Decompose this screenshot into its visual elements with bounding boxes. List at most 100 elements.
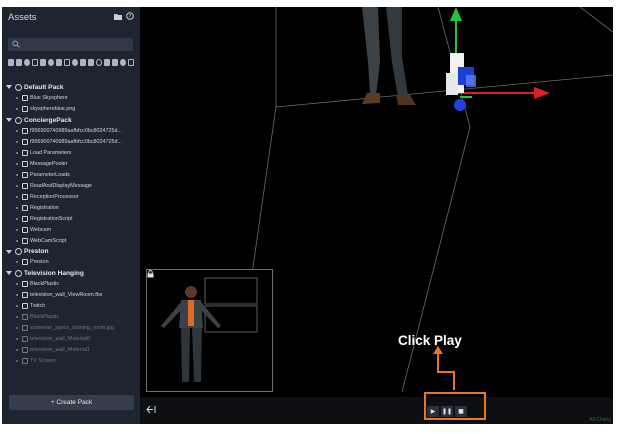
help-icon[interactable]: ?: [126, 12, 134, 20]
create-pack-button[interactable]: + Create Pack: [9, 395, 134, 410]
tree-label: Television Hanging: [24, 269, 84, 277]
asset-type-icon: [22, 281, 28, 288]
filter-entity-icon[interactable]: [32, 59, 38, 66]
asset-item-row[interactable]: sumerian_specs_training_room.jpg: [2, 323, 140, 334]
asset-pack-row[interactable]: Preston: [2, 246, 140, 257]
asset-item-row[interactable]: television_wall_ViewRoom.fbx: [2, 290, 140, 301]
asset-pack-row[interactable]: ConciergePack: [2, 115, 140, 126]
filter-timeline-icon[interactable]: [120, 59, 126, 66]
asset-type-icon: [22, 336, 28, 343]
bullet-icon: [16, 305, 18, 308]
bullet-icon: [16, 195, 18, 198]
asset-type-icon: [22, 314, 28, 321]
tree-label: MessagePooler: [30, 161, 68, 168]
asset-type-icon: [22, 325, 28, 332]
bullet-icon: [16, 338, 18, 341]
filter-mesh-icon[interactable]: [48, 59, 54, 66]
asset-item-row[interactable]: ReadAndDisplayMessage: [2, 180, 140, 191]
asset-item-row[interactable]: television_wall_Material1: [2, 345, 140, 356]
asset-type-icon: [22, 346, 28, 353]
filter-environment-icon[interactable]: [112, 59, 118, 66]
filter-light-icon[interactable]: [64, 59, 70, 66]
asset-item-row[interactable]: WebCamScript: [2, 235, 140, 246]
expand-arrow-icon[interactable]: [6, 118, 12, 123]
asset-item-row[interactable]: Preston: [2, 257, 140, 268]
preview-scene: [161, 277, 258, 382]
filter-sound-icon[interactable]: [72, 59, 78, 66]
asset-type-icon: [22, 95, 28, 102]
asset-item-row[interactable]: BlackPlastic: [2, 312, 140, 323]
asset-item-row[interactable]: ReceptionProcessor: [2, 191, 140, 202]
asset-type-icon: [22, 128, 28, 135]
tree-label: television_wall_Material0: [30, 336, 90, 343]
tree-label: ParameterLoads: [30, 171, 70, 178]
bullet-icon: [16, 359, 18, 362]
folder-icon[interactable]: [114, 12, 122, 20]
bullet-icon: [16, 130, 18, 133]
tree-label: Registration: [30, 204, 59, 211]
bullet-icon: [16, 108, 18, 111]
pack-icon: [15, 248, 22, 256]
asset-item-row[interactable]: Load Parameters: [2, 148, 140, 159]
tree-label: RegistrationScript: [30, 215, 73, 222]
expand-arrow-icon[interactable]: [6, 85, 12, 90]
bullet-icon: [16, 316, 18, 319]
asset-filter-toolbar: [8, 59, 136, 68]
assets-panel-header: Assets ?: [8, 11, 136, 25]
bullet-icon: [16, 239, 18, 242]
bullet-icon: [16, 152, 18, 155]
bullet-icon: [16, 283, 18, 286]
camera-preview: [146, 269, 273, 392]
assets-panel: Assets ? Default Pack Blue Skysphere skysp…: [2, 7, 140, 424]
asset-item-row[interactable]: skysphereblue.png: [2, 104, 140, 115]
tree-label: ConciergePack: [24, 116, 72, 124]
lock-icon[interactable]: [147, 270, 154, 278]
asset-item-row[interactable]: BlackPlastic: [2, 279, 140, 290]
asset-item-row[interactable]: Blue Skysphere: [2, 93, 140, 104]
pack-icon: [15, 83, 22, 91]
scene-viewport[interactable]: ▶ ❚❚ ■: [140, 7, 613, 424]
asset-type-icon: [22, 226, 28, 233]
bullet-icon: [16, 228, 18, 231]
bullet-icon: [16, 217, 18, 220]
filter-texture-icon[interactable]: [80, 59, 86, 66]
asset-item-row[interactable]: television_wall_Material0: [2, 334, 140, 345]
collapse-panel-icon[interactable]: [146, 405, 156, 414]
asset-item-row[interactable]: f956900740989aafbfcc0bc8024725d...: [2, 126, 140, 137]
character-legs: [362, 7, 416, 105]
asset-item-row[interactable]: TV Screen: [2, 355, 140, 366]
filter-script-icon[interactable]: [24, 59, 30, 66]
asset-search-input[interactable]: [8, 38, 133, 51]
tree-label: skysphereblue.png: [30, 106, 76, 113]
expand-arrow-icon[interactable]: [6, 271, 12, 276]
asset-type-icon: [22, 357, 28, 364]
filter-skybox-icon[interactable]: [88, 59, 94, 66]
asset-type-icon: [22, 139, 28, 146]
asset-type-icon: [22, 193, 28, 200]
asset-item-row[interactable]: ParameterLoads: [2, 170, 140, 181]
tree-label: Preston: [24, 248, 49, 256]
asset-item-row[interactable]: Registration: [2, 202, 140, 213]
filter-shape-icon[interactable]: [104, 59, 110, 66]
asset-type-icon: [22, 182, 28, 189]
filter-camera-icon[interactable]: [96, 59, 102, 66]
callout-arrow: [433, 346, 455, 390]
asset-pack-row[interactable]: Default Pack: [2, 82, 140, 93]
asset-item-row[interactable]: Webcam: [2, 224, 140, 235]
asset-type-icon: [22, 292, 28, 299]
asset-item-row[interactable]: RegistrationScript: [2, 213, 140, 224]
tree-label: BlackPlastic: [30, 281, 60, 288]
filter-audio-icon[interactable]: [16, 59, 22, 66]
asset-item-row[interactable]: MessagePooler: [2, 159, 140, 170]
asset-pack-row[interactable]: Television Hanging: [2, 268, 140, 279]
filter-material-icon[interactable]: [40, 59, 46, 66]
asset-item-row[interactable]: Twitch: [2, 301, 140, 312]
expand-arrow-icon[interactable]: [6, 249, 12, 254]
bullet-icon: [16, 97, 18, 100]
bullet-icon: [16, 206, 18, 209]
filter-all-icon[interactable]: [8, 59, 14, 66]
bullet-icon: [16, 327, 18, 330]
filter-state-icon[interactable]: [128, 59, 134, 66]
asset-item-row[interactable]: f956900740989aafbfcc0bc8024725d...: [2, 137, 140, 148]
filter-animation-icon[interactable]: [56, 59, 62, 66]
